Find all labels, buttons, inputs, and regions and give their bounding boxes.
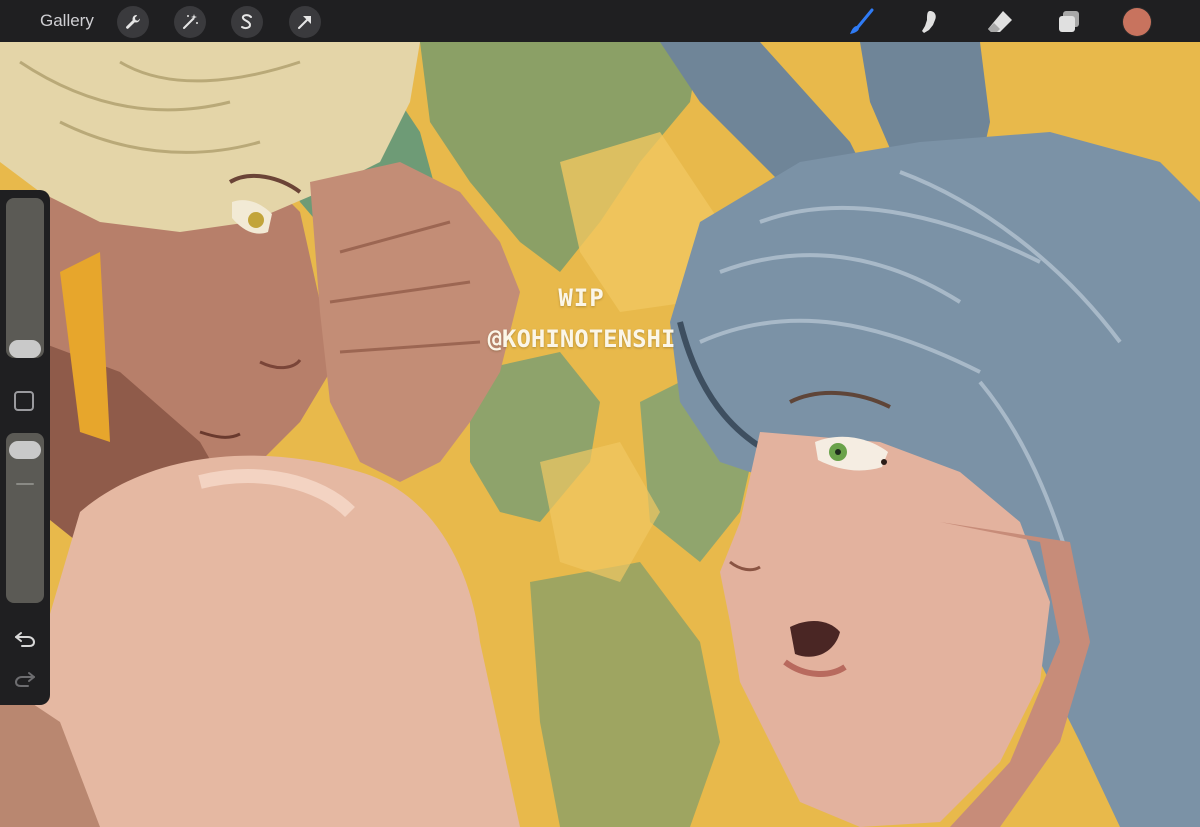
eraser-tool-button[interactable] xyxy=(984,6,1016,38)
transform-arrow-icon xyxy=(298,16,311,29)
undo-icon[interactable] xyxy=(13,627,37,651)
actions-button[interactable] xyxy=(117,6,149,38)
left-sidebar xyxy=(0,190,50,705)
modify-button[interactable] xyxy=(14,391,34,411)
drawing-canvas[interactable]: WIP @KOHINOTENSHI xyxy=(0,42,1200,827)
brush-size-slider[interactable] xyxy=(6,198,44,358)
transform-button[interactable] xyxy=(289,6,321,38)
brush-tool-button[interactable] xyxy=(845,6,877,38)
brush-icon xyxy=(850,8,874,34)
gallery-button[interactable]: Gallery xyxy=(40,11,94,31)
smudge-tool-button[interactable] xyxy=(914,6,946,38)
color-button[interactable] xyxy=(1121,6,1153,38)
opacity-midline xyxy=(16,483,34,485)
color-swatch xyxy=(1123,8,1151,36)
opacity-thumb[interactable] xyxy=(9,441,41,459)
right-pupil xyxy=(835,449,841,455)
layers-icon xyxy=(1059,11,1079,32)
adjustments-button[interactable] xyxy=(174,6,206,38)
left-iris xyxy=(248,212,264,228)
smudge-icon xyxy=(922,11,936,33)
artwork xyxy=(0,42,1200,827)
opacity-slider[interactable] xyxy=(6,433,44,603)
wrench-icon xyxy=(126,15,140,29)
selection-s-icon xyxy=(241,14,252,30)
magic-wand-icon xyxy=(183,14,198,29)
brush-size-thumb[interactable] xyxy=(9,340,41,358)
right-mole xyxy=(881,459,887,465)
top-toolbar: Gallery xyxy=(0,0,1200,42)
redo-icon[interactable] xyxy=(13,667,37,691)
selection-button[interactable] xyxy=(231,6,263,38)
layers-button[interactable] xyxy=(1053,6,1085,38)
eraser-icon xyxy=(988,11,1012,32)
